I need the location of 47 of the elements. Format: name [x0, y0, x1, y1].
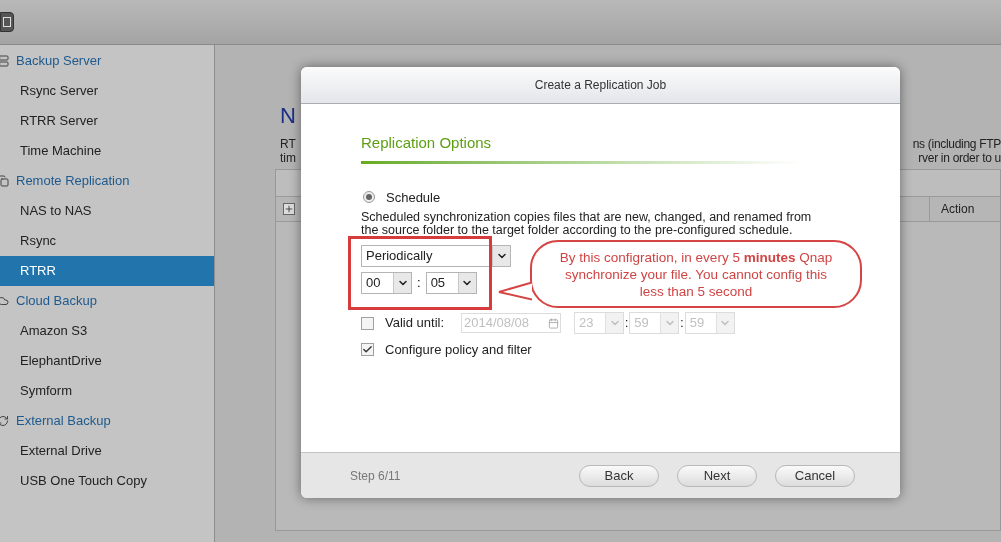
time-separator: : [625, 315, 629, 332]
dropdown[interactable]: 05 [425, 272, 477, 294]
sidebar-group-label[interactable]: Remote Replication [16, 171, 130, 191]
dialog-button[interactable]: Cancel [775, 464, 855, 487]
column-header: Action [929, 197, 1000, 221]
time-separator: : [417, 274, 421, 293]
sidebar-item[interactable]: Time Machine [0, 136, 214, 166]
menu-icon[interactable] [0, 12, 14, 32]
sidebar-item[interactable]: Rsync [0, 226, 214, 256]
checkbox-label: Configure policy and filter [385, 341, 532, 359]
group-icon [0, 175, 9, 187]
sidebar-group-label[interactable]: External Backup [16, 411, 111, 431]
radio-label: Schedule [386, 188, 441, 207]
checkbox[interactable] [361, 343, 374, 357]
expand-icon[interactable] [283, 203, 295, 215]
description-text: tim [280, 151, 296, 165]
sidebar-group-label[interactable]: Backup Server [16, 51, 102, 71]
time-separator: : [680, 315, 684, 332]
section-title: Replication Options [361, 133, 493, 153]
sidebar-group-label[interactable]: Cloud Backup [16, 291, 97, 311]
sidebar-item[interactable]: RTRR Server [0, 106, 214, 136]
sidebar-item[interactable]: USB One Touch Copy [0, 466, 214, 496]
callout-tail [497, 281, 532, 301]
checkbox-label: Valid until: [385, 314, 445, 333]
sidebar-item[interactable]: RTRR [0, 256, 214, 286]
group-icon [0, 295, 9, 307]
callout: By this configration, in every 5 minutes Qnap synchronize your file. You cannot config this less than 5 second [530, 240, 862, 308]
description-text: rver in order to u [918, 151, 1001, 165]
sidebar-item[interactable]: Symform [0, 376, 214, 406]
step-indicator: Step 6/11 [350, 467, 402, 485]
sidebar-item[interactable]: NAS to NAS [0, 196, 214, 226]
description-text: RT [280, 137, 296, 151]
schedule-description: Scheduled synchronization copies files that are new, changed, and renamed from the source folder to the target folder according to the pre-configured schedule. [361, 211, 813, 237]
sidebar-item[interactable]: Amazon S3 [0, 316, 214, 346]
radio-button[interactable] [363, 191, 375, 204]
dialog-title: Create a Replication Job [534, 77, 667, 94]
dropdown[interactable]: 00 [361, 272, 412, 294]
sidebar-item[interactable]: ElephantDrive [0, 346, 214, 376]
description-text: ns (including FTP [912, 137, 1001, 151]
dialog-button[interactable]: Back [579, 464, 659, 487]
dropdown[interactable]: Periodically [361, 245, 511, 267]
page-heading: N [279, 103, 297, 129]
group-icon [0, 55, 9, 67]
dialog-button[interactable]: Next [677, 464, 757, 487]
group-icon [0, 415, 9, 427]
sidebar-item[interactable]: Rsync Server [0, 76, 214, 106]
sidebar-item[interactable]: External Drive [0, 436, 214, 466]
